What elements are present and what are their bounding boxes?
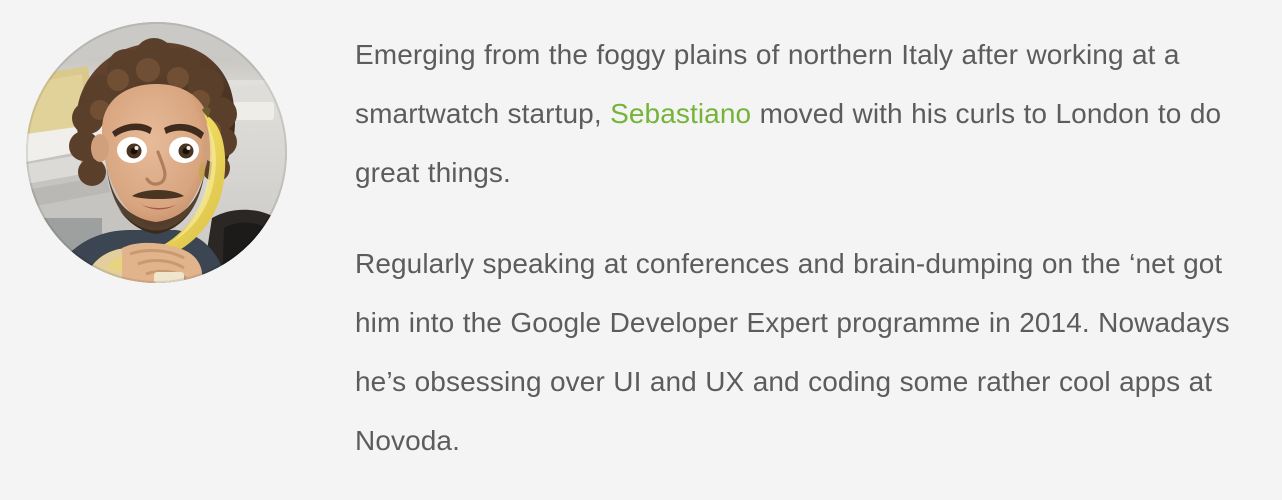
bio-paragraph-1: Emerging from the foggy plains of northe… xyxy=(355,25,1257,202)
bio-text-column: Emerging from the foggy plains of northe… xyxy=(355,25,1257,470)
sebastiano-link[interactable]: Sebastiano xyxy=(610,98,751,129)
avatar-photo xyxy=(26,22,287,283)
bio-card: Emerging from the foggy plains of northe… xyxy=(0,0,1282,500)
avatar xyxy=(26,22,287,283)
bio-paragraph-2: Regularly speaking at conferences and br… xyxy=(355,248,1230,456)
